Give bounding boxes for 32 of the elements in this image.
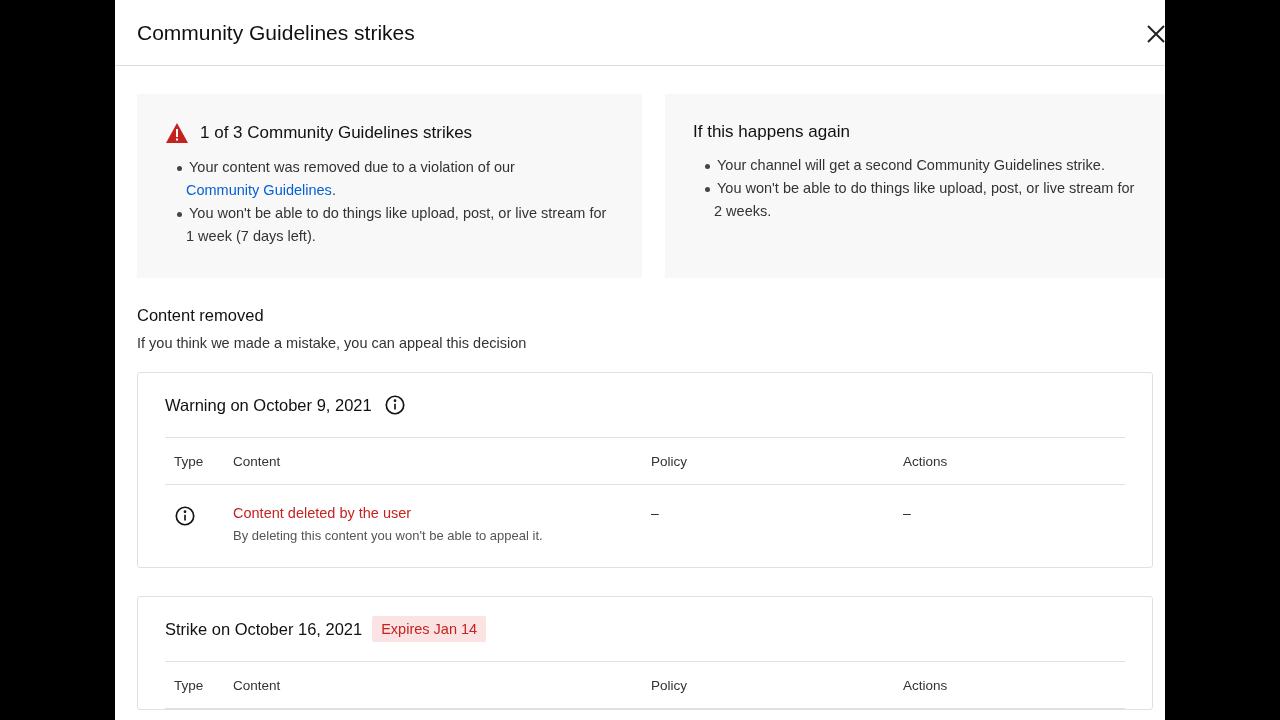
card-title: If this happens again bbox=[693, 122, 850, 142]
section-subtitle: If you think we made a mistake, you can appeal this decision bbox=[137, 335, 528, 351]
content-title: Content deleted by the user bbox=[233, 505, 413, 521]
close-icon[interactable] bbox=[1145, 22, 1165, 43]
section-title: Warning on October 9, 2021 bbox=[165, 395, 372, 415]
content-note: By deleting this content you won't be able to appeal it. bbox=[233, 528, 544, 543]
card-title: 1 of 3 Community Guidelines strikes bbox=[200, 123, 473, 143]
column-header: Type bbox=[173, 453, 205, 469]
table-cell-text: – bbox=[651, 505, 660, 521]
bullet-icon bbox=[705, 163, 710, 169]
section-title: Strike on October 16, 2021 bbox=[165, 619, 363, 639]
bullet-text: Your content was removed due to a violation of our Community Guidelines. bbox=[186, 159, 515, 198]
guidelines-link[interactable]: Community Guidelines bbox=[186, 182, 332, 198]
bullet-icon bbox=[177, 211, 182, 217]
column-header: Type bbox=[173, 677, 205, 693]
bullet-text: You won't be able to do things like upload, post, or live stream for 2 weeks. bbox=[714, 180, 1135, 219]
table-cell-text: – bbox=[903, 505, 912, 521]
column-header: Content bbox=[233, 453, 282, 469]
bullet-text: You won't be able to do things like upload, post, or live stream for 1 week (7 days left). bbox=[186, 205, 607, 244]
bullet-icon bbox=[177, 165, 182, 171]
bullet-text: Your channel will get a second Community Guidelines strike. bbox=[717, 157, 1105, 173]
column-header: Actions bbox=[903, 677, 949, 693]
info-icon[interactable] bbox=[383, 394, 406, 416]
bullet-icon bbox=[705, 186, 710, 192]
expiry-badge: Expires Jan 14 bbox=[372, 616, 487, 642]
warning-icon bbox=[165, 122, 189, 144]
column-header: Policy bbox=[651, 677, 688, 693]
column-header: Content bbox=[233, 677, 282, 693]
column-header: Actions bbox=[903, 453, 949, 469]
dialog-title: Community Guidelines strikes bbox=[137, 20, 415, 45]
section-heading: Content removed bbox=[137, 306, 265, 325]
column-header: Policy bbox=[651, 453, 688, 469]
